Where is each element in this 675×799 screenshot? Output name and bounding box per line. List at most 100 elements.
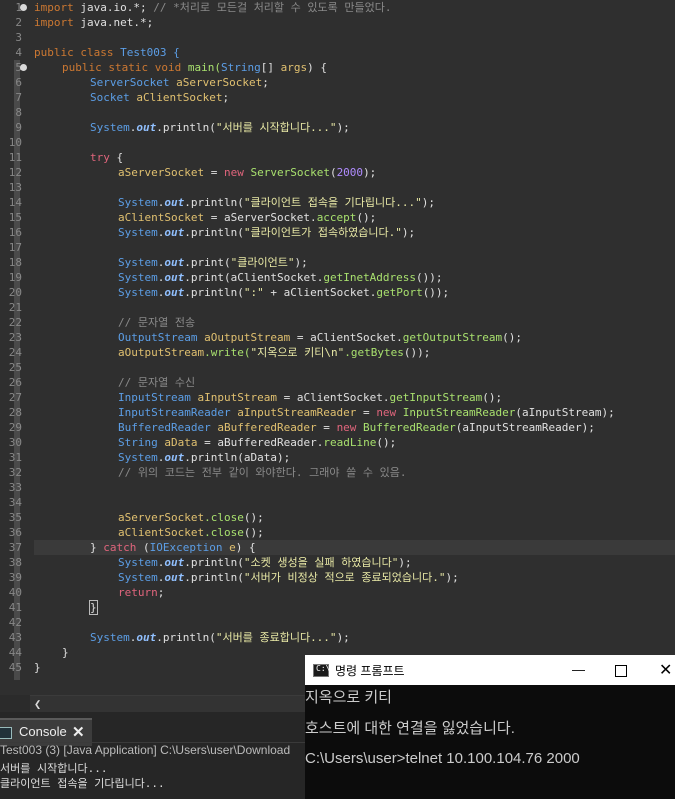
line-number: 34 — [8, 496, 22, 509]
scroll-left-icon[interactable]: ❮ — [34, 696, 41, 712]
fold-marker-icon[interactable] — [20, 64, 27, 71]
code-line-4: public class Test003 { — [34, 46, 180, 59]
close-icon[interactable]: ✕ — [659, 660, 672, 680]
cmd-prompt-line[interactable]: C:\Users\user>telnet 10.100.104.76 2000 — [305, 750, 580, 767]
code-line-1: import java.io.*; // *처리로 모든걸 처리할 수 있도록 … — [34, 1, 392, 14]
line-number: 35 — [8, 511, 22, 524]
code-line-14: System.out.println("클라이언트 접속을 기다립니다...")… — [118, 196, 436, 209]
line-number: 1 — [15, 1, 22, 14]
line-number: 38 — [8, 556, 22, 569]
line-number: 43 — [8, 631, 22, 644]
line-number: 23 — [8, 331, 22, 344]
code-line-18: System.out.print("클라이언트"); — [118, 256, 308, 269]
line-number: 33 — [8, 481, 22, 494]
code-line-37: } catch (IOException e) { — [34, 540, 675, 555]
cmd-title-bar[interactable]: C:\ 명령 프롬프트 — ✕ — [305, 655, 675, 685]
line-number: 5 — [15, 61, 22, 74]
line-number: 29 — [8, 421, 22, 434]
code-line-43: System.out.println("서버를 종료합니다..."); — [90, 631, 350, 644]
code-line-6: ServerSocket aServerSocket; — [90, 76, 269, 89]
code-line-41: } — [89, 600, 98, 615]
line-number: 41 — [8, 601, 22, 614]
code-line-23: OutputStream aOutputStream = aClientSock… — [118, 331, 523, 344]
line-number: 21 — [8, 301, 22, 314]
line-number: 36 — [8, 526, 22, 539]
code-line-31: System.out.println(aData); — [118, 451, 291, 464]
code-line-20: System.out.println(":" + aClientSocket.g… — [118, 286, 450, 299]
line-number: 7 — [15, 91, 22, 104]
line-number: 16 — [8, 226, 22, 239]
line-number: 39 — [8, 571, 22, 584]
code-editor[interactable]: 1 2 3 4 5 6 7 8 9 10 11 12 13 14 15 16 17 18 19 20 21 22 23 24 2… — [0, 0, 675, 695]
console-icon — [0, 727, 12, 739]
code-line-39: System.out.println("서버가 비정상 적으로 종료되었습니다.… — [118, 571, 459, 584]
code-line-38: System.out.println("소켓 생성을 실패 하였습니다"); — [118, 556, 412, 569]
line-number: 30 — [8, 436, 22, 449]
console-output-line: 서버를 시작합니다... — [0, 762, 108, 775]
line-number: 15 — [8, 211, 22, 224]
code-line-5: public static void main(String[] args) { — [62, 61, 327, 74]
line-number: 40 — [8, 586, 22, 599]
line-number: 44 — [8, 646, 22, 659]
code-line-11: try { — [90, 151, 124, 164]
code-line-35: aServerSocket.close(); — [118, 511, 264, 524]
line-number: 2 — [15, 16, 22, 29]
line-number: 4 — [15, 46, 22, 59]
code-line-12: aServerSocket = new ServerSocket(2000); — [118, 166, 377, 179]
line-number: 11 — [8, 151, 22, 164]
code-line-30: String aData = aBufferedReader.readLine(… — [118, 436, 397, 449]
maximize-icon[interactable] — [615, 665, 627, 677]
command-prompt-window[interactable]: C:\ 명령 프롬프트 — ✕ 지옥으로 키티 호스트에 대한 연결을 잃었습니… — [305, 655, 675, 799]
line-number: 12 — [8, 166, 22, 179]
line-number: 45 — [8, 661, 22, 674]
line-number: 37 — [8, 541, 22, 554]
cmd-title: 명령 프롬프트 — [335, 664, 405, 678]
line-number: 10 — [8, 136, 22, 149]
line-number: 27 — [8, 391, 22, 404]
code-line-29: BufferedReader aBufferedReader = new Buf… — [118, 421, 595, 434]
code-line-26: // 문자열 수신 — [118, 376, 196, 389]
cmd-output-line: 지옥으로 키티 — [305, 689, 392, 706]
line-number: 42 — [8, 616, 22, 629]
fold-marker-icon[interactable] — [20, 4, 27, 11]
line-number: 18 — [8, 256, 22, 269]
line-number: 25 — [8, 361, 22, 374]
cmd-icon: C:\ — [313, 664, 330, 677]
line-number: 9 — [15, 121, 22, 134]
line-number: 3 — [15, 31, 22, 44]
code-line-7: Socket aClientSocket; — [90, 91, 230, 104]
line-number: 20 — [8, 286, 22, 299]
code-line-27: InputStream aInputStream = aClientSocket… — [118, 391, 503, 404]
code-line-28: InputStreamReader aInputStreamReader = n… — [118, 406, 615, 419]
line-number: 8 — [15, 106, 22, 119]
code-line-22: // 문자열 전송 — [118, 316, 196, 329]
line-number: 26 — [8, 376, 22, 389]
line-number: 24 — [8, 346, 22, 359]
line-number: 22 — [8, 316, 22, 329]
code-line-24: aOutputStream.write("지옥으로 키티\n".getBytes… — [118, 346, 431, 359]
line-number: 31 — [8, 451, 22, 464]
console-tab-label: Console — [19, 724, 67, 739]
close-icon[interactable]: ✕ — [72, 723, 85, 741]
console-output-line: 클라이언트 접속을 기다립니다... — [0, 777, 165, 790]
line-number: 13 — [8, 181, 22, 194]
line-number: 28 — [8, 406, 22, 419]
cmd-output-line: 호스트에 대한 연결을 잃었습니다. — [305, 720, 515, 737]
code-line-16: System.out.println("클라이언트가 접속하였습니다."); — [118, 226, 416, 239]
code-line-19: System.out.print(aClientSocket.getInetAd… — [118, 271, 443, 284]
console-status: Test003 (3) [Java Application] C:\Users\… — [0, 742, 305, 759]
line-number: 14 — [8, 196, 22, 209]
code-line-15: aClientSocket = aServerSocket.accept(); — [118, 211, 377, 224]
code-line-36: aClientSocket.close(); — [118, 526, 264, 539]
code-line-40: return; — [118, 586, 165, 599]
line-number: 19 — [8, 271, 22, 284]
line-number: 17 — [8, 241, 22, 254]
code-line-2: import java.net.*; — [34, 16, 154, 29]
console-view[interactable]: Console ✕ Test003 (3) [Java Application]… — [0, 712, 305, 799]
code-line-9: System.out.println("서버를 시작합니다..."); — [90, 121, 350, 134]
minimize-icon[interactable]: — — [572, 662, 585, 677]
code-line-32: // 위의 코드는 전부 같이 와야한다. 그래야 쓸 수 있음. — [118, 466, 407, 479]
line-number: 32 — [8, 466, 22, 479]
code-line-45: } — [34, 661, 41, 674]
line-number: 6 — [15, 76, 22, 89]
